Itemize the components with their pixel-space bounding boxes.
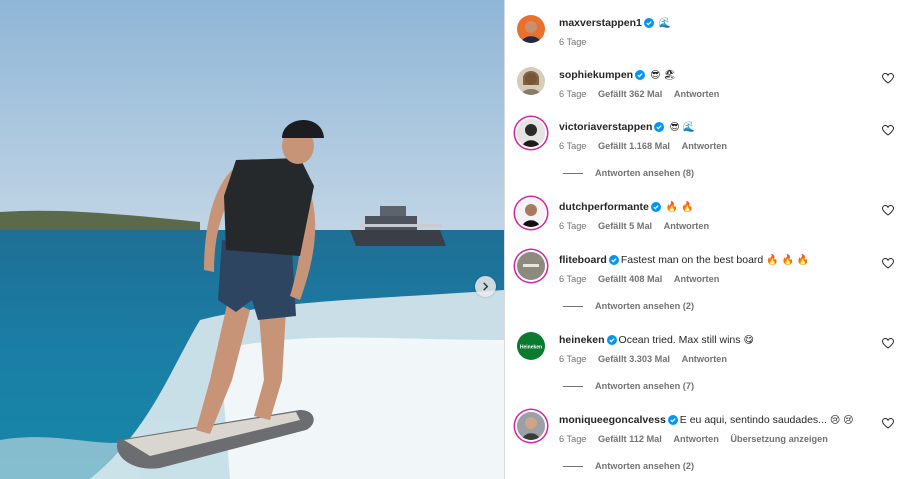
heart-icon[interactable] [882,125,894,136]
avatar[interactable] [517,67,545,95]
post-meta: 6 Tage [559,37,595,47]
like-count[interactable]: Gefällt 112 Mal [598,434,662,444]
comment-emoji: 😎 🌊 [669,122,696,133]
replies-divider [563,466,583,468]
username[interactable]: heineken [559,334,605,346]
caption-emoji: 🌊 [658,18,672,29]
avatar[interactable]: Heineken [517,332,545,360]
reply-button[interactable]: Antworten [673,434,718,444]
view-replies-label: Antworten ansehen (2) [595,301,695,311]
translate-button[interactable]: Übersetzung anzeigen [730,434,828,444]
like-count[interactable]: Gefällt 362 Mal [598,89,662,99]
view-replies-button[interactable]: Antworten ansehen (7) [559,381,694,391]
view-replies-label: Antworten ansehen (2) [595,461,695,471]
avatar[interactable] [517,199,545,227]
comment-meta: 6 Tage Gefällt 5 Mal Antworten [559,221,718,231]
heart-icon[interactable] [882,338,894,349]
verified-icon [606,335,617,345]
username[interactable]: moniqueegoncalvess [559,414,666,426]
timestamp: 6 Tage [559,89,587,99]
comment-text: Fastest man on the best board [620,254,764,266]
verified-icon [608,255,619,265]
reply-button[interactable]: Antworten [682,354,727,364]
avatar-image [517,67,545,95]
avatar-image [517,252,545,280]
verified-icon [643,18,654,28]
view-replies-button[interactable]: Antworten ansehen (2) [559,461,694,471]
wakeboard-photo [0,0,504,479]
timestamp: 6 Tage [559,274,587,284]
verified-icon [654,122,665,132]
heart-icon[interactable] [882,205,894,216]
reply-button[interactable]: Antworten [682,141,727,151]
username[interactable]: sophiekumpen [559,69,633,81]
comment-emoji: 🔥 🔥 🔥 [766,255,810,266]
verified-icon [650,202,661,212]
comment-meta: 6 Tage Gefällt 112 Mal Antworten Überset… [559,434,837,444]
view-replies-label: Antworten ansehen (7) [595,381,695,391]
comment-meta: 6 Tage Gefällt 408 Mal Antworten [559,274,728,284]
timestamp: 6 Tage [559,354,587,364]
like-count[interactable]: Gefällt 3.303 Mal [598,354,670,364]
timestamp: 6 Tage [559,37,587,47]
replies-divider [563,386,583,388]
like-count[interactable]: Gefällt 5 Mal [598,221,652,231]
avatar-image [517,412,545,440]
heineken-logo-avatar: Heineken [517,332,545,360]
replies-divider [563,173,583,175]
username[interactable]: dutchperformante [559,201,649,213]
username[interactable]: victoriaverstappen [559,121,652,133]
comment-text: Ocean tried. Max still wins [618,334,741,346]
username[interactable]: fliteboard [559,254,607,266]
heart-icon[interactable] [882,73,894,84]
comment-meta: 6 Tage Gefällt 362 Mal Antworten [559,89,728,99]
username[interactable]: maxverstappen1 [559,17,642,29]
comments-panel: maxverstappen1 🌊 6 Tage sophiekumpen 😎 🏖 6… [504,0,900,479]
view-replies-button[interactable]: Antworten ansehen (2) [559,301,694,311]
heineken-logo-text: Heineken [520,345,542,351]
avatar-image [517,199,545,227]
comment-emoji: 😎 🏖 [650,70,677,81]
like-count[interactable]: Gefällt 1.168 Mal [598,141,670,151]
timestamp: 6 Tage [559,221,587,231]
avatar[interactable] [517,15,545,43]
avatar-image [517,119,545,147]
timestamp: 6 Tage [559,434,587,444]
avatar[interactable] [517,252,545,280]
heart-icon[interactable] [882,258,894,269]
view-replies-button[interactable]: Antworten ansehen (8) [559,168,694,178]
timestamp: 6 Tage [559,141,587,151]
verified-icon [667,415,678,425]
comment-meta: 6 Tage Gefällt 3.303 Mal Antworten [559,354,736,364]
heart-icon[interactable] [882,418,894,429]
comment-text: E eu aqui, sentindo saudades... [679,414,827,426]
verified-icon [635,70,646,80]
avatar[interactable] [517,412,545,440]
comment-emoji: 🔥 🔥 [665,202,694,213]
comment-emoji: 😢 😢 [829,415,854,426]
post-photo [0,0,504,479]
avatar[interactable] [517,119,545,147]
next-image-button[interactable] [475,276,496,297]
view-replies-label: Antworten ansehen (8) [595,168,695,178]
avatar-image [517,15,545,43]
comment-meta: 6 Tage Gefällt 1.168 Mal Antworten [559,141,736,151]
chevron-right-icon [483,282,489,291]
reply-button[interactable]: Antworten [664,221,709,231]
like-count[interactable]: Gefällt 408 Mal [598,274,662,284]
replies-divider [563,306,583,308]
comment-emoji: 😋 [743,335,754,346]
reply-button[interactable]: Antworten [674,89,719,99]
reply-button[interactable]: Antworten [674,274,719,284]
